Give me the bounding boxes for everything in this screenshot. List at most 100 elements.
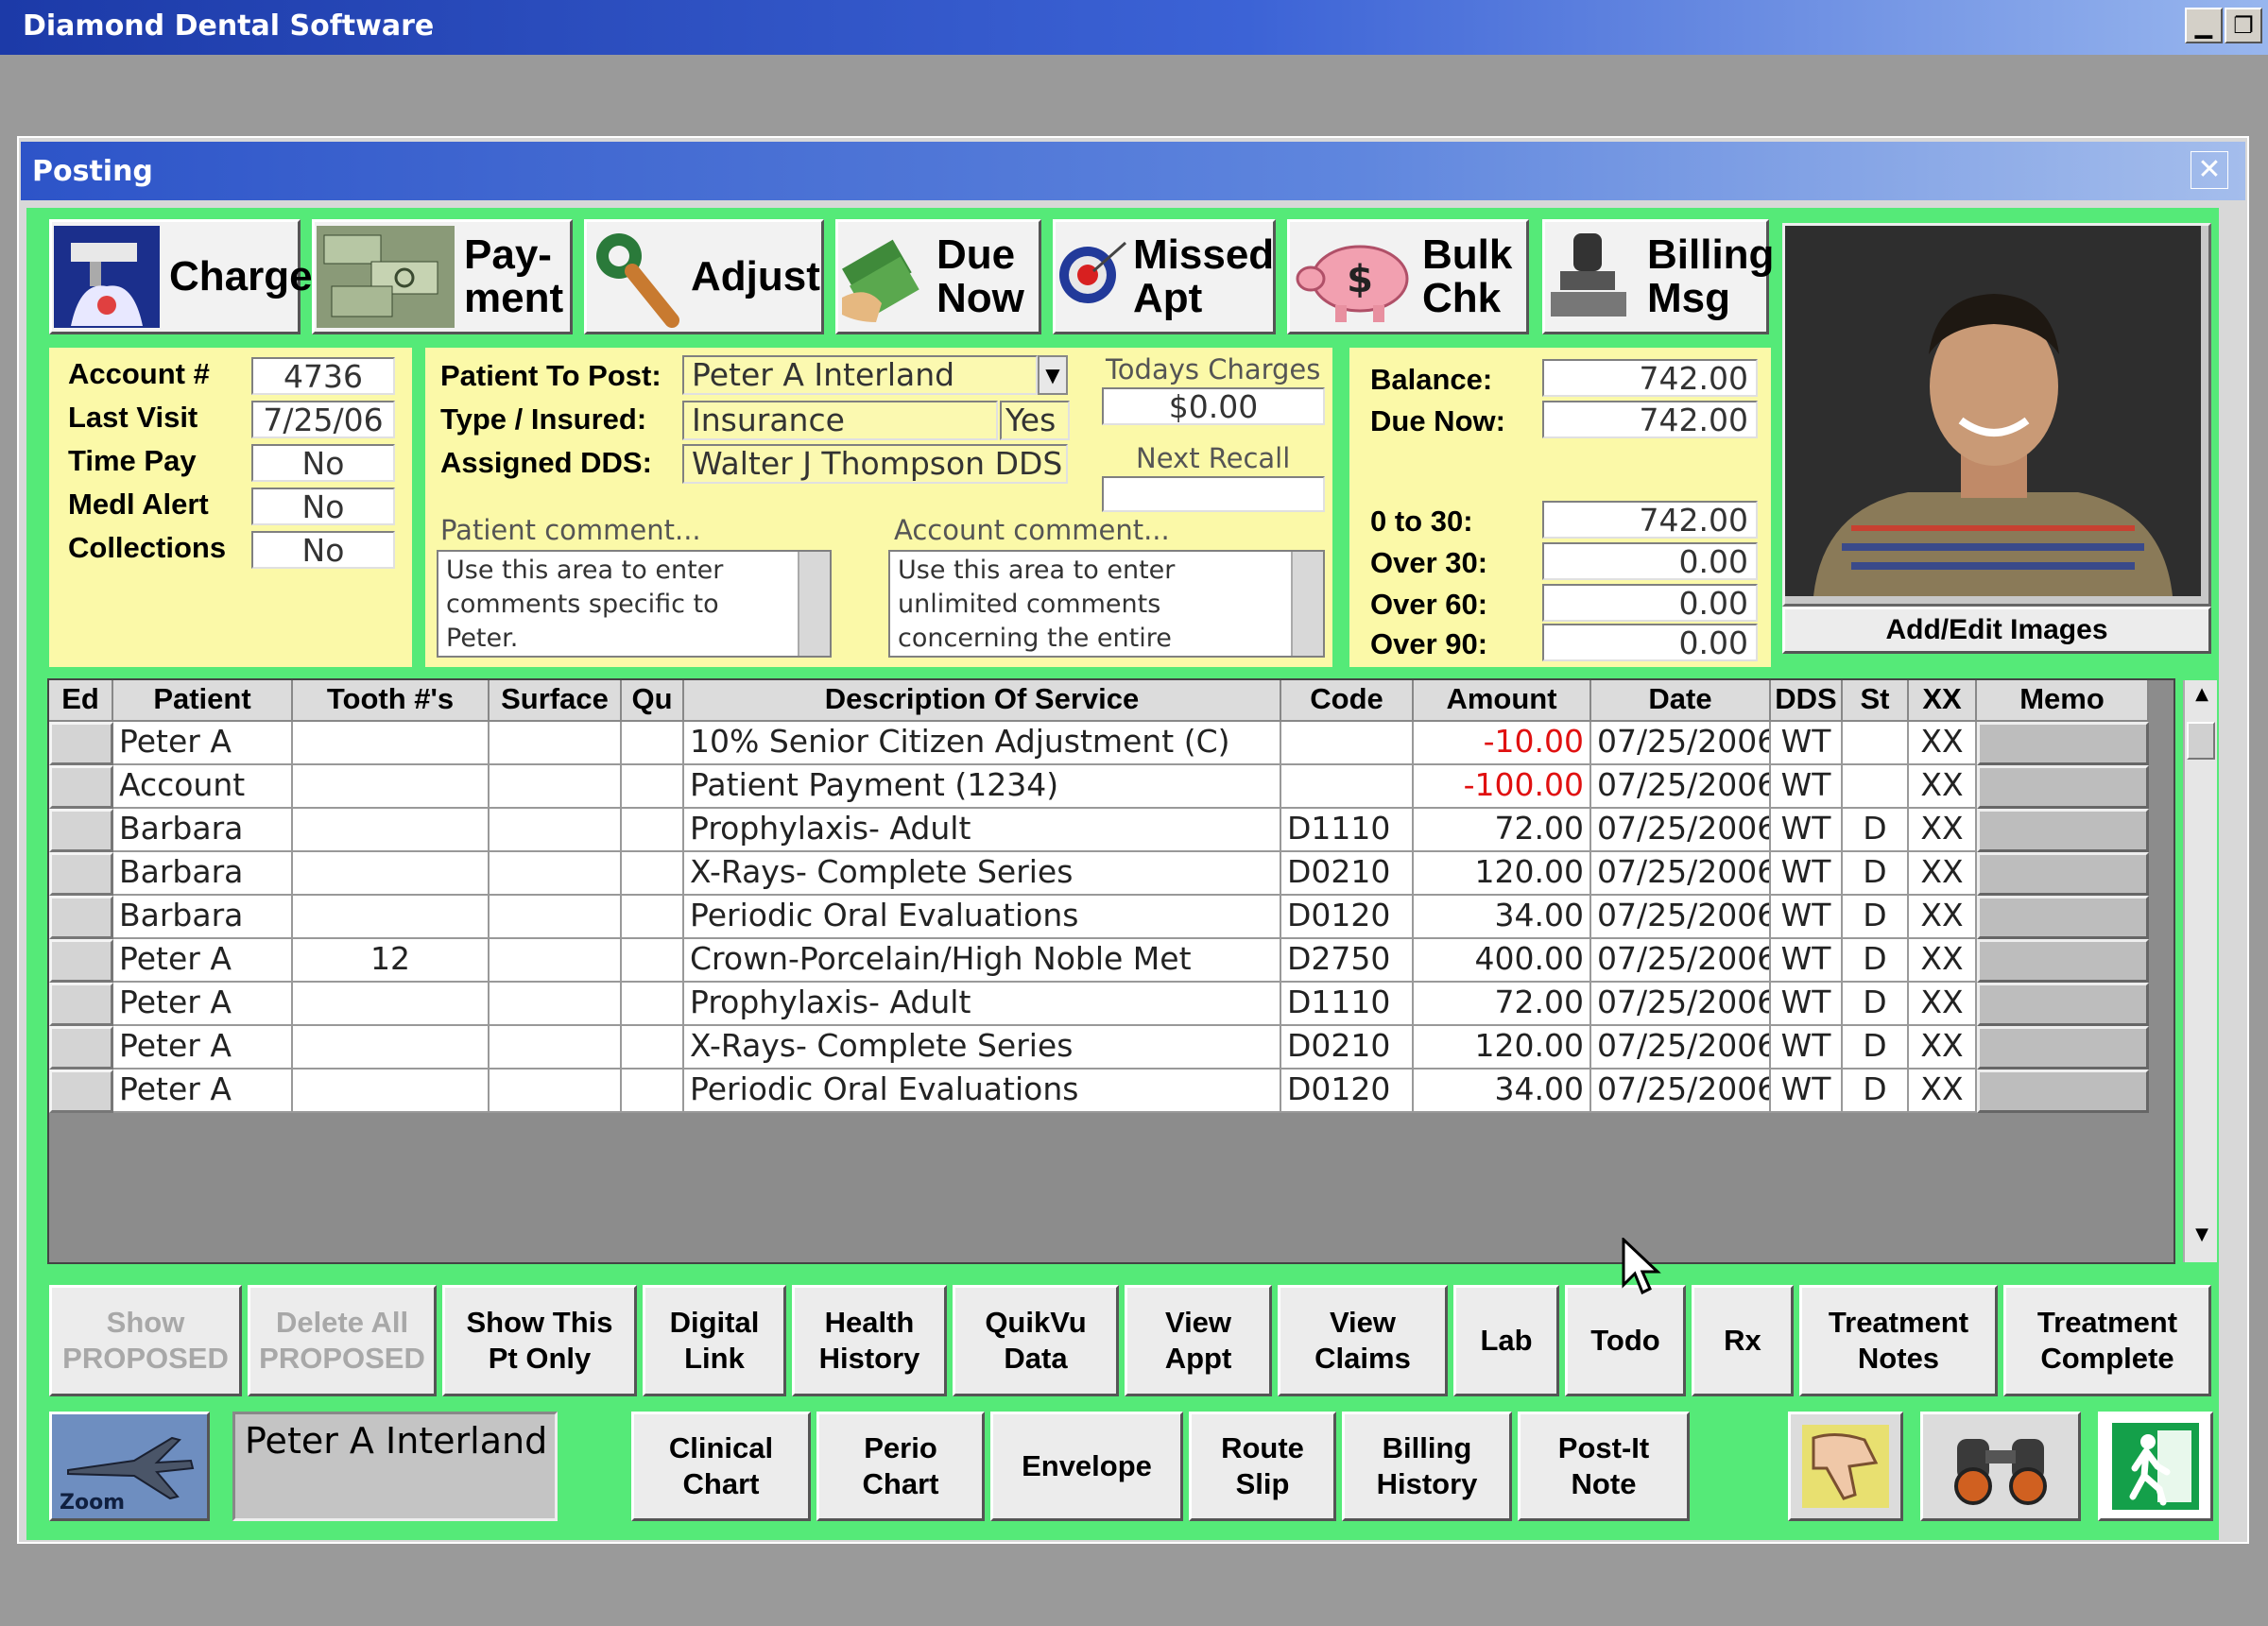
- cell-ed[interactable]: [49, 722, 113, 765]
- assigned-dds-field[interactable]: Walter J Thompson DDS: [682, 444, 1068, 484]
- column-header-surface[interactable]: Surface: [490, 680, 622, 722]
- missed-apt-button[interactable]: Missed Apt: [1053, 219, 1276, 334]
- column-header-code[interactable]: Code: [1281, 680, 1414, 722]
- cell-ed[interactable]: [49, 939, 113, 983]
- delete-all-proposed-button[interactable]: Delete All PROPOSED: [248, 1285, 437, 1396]
- bulk-chk-button[interactable]: $ Bulk Chk: [1287, 219, 1529, 334]
- table-row[interactable]: Peter A Periodic Oral Evaluations D0120 34.…: [49, 1070, 2149, 1113]
- account-comment-box[interactable]: Use this area to enter unlimited comment…: [888, 550, 1325, 658]
- column-header-date[interactable]: Date: [1591, 680, 1771, 722]
- close-button[interactable]: ✕: [2191, 151, 2228, 189]
- scroll-up-arrow-icon[interactable]: ▲: [2185, 684, 2219, 716]
- last-visit-label: Last Visit: [68, 401, 198, 434]
- cell-memo[interactable]: [1977, 765, 2149, 809]
- billing-history-button[interactable]: Billing History: [1342, 1412, 1512, 1521]
- cell-surface: [490, 939, 622, 983]
- cell-date: 07/25/2006: [1591, 896, 1771, 939]
- restore-button[interactable]: ❐: [2225, 8, 2262, 43]
- post-it-note-button[interactable]: Post-It Note: [1518, 1412, 1690, 1521]
- cell-ed[interactable]: [49, 983, 113, 1026]
- minimize-button[interactable]: ▁: [2185, 8, 2223, 43]
- patient-to-post-select[interactable]: Peter A Interland: [682, 355, 1038, 395]
- zoom-button[interactable]: Zoom: [49, 1412, 210, 1521]
- clinical-chart-button[interactable]: Clinical Chart: [631, 1412, 811, 1521]
- column-header-tooth[interactable]: Tooth #'s: [293, 680, 490, 722]
- table-row[interactable]: Peter A Prophylaxis- Adult D1110 72.00 07/25…: [49, 983, 2149, 1026]
- binoculars-button[interactable]: [1920, 1412, 2081, 1521]
- envelope-button[interactable]: Envelope: [990, 1412, 1183, 1521]
- table-row[interactable]: Account Patient Payment (1234) -100.00 07/2…: [49, 765, 2149, 809]
- adjust-button[interactable]: Adjust: [584, 219, 824, 334]
- charge-button[interactable]: Charge: [49, 219, 313, 334]
- cell-ed[interactable]: [49, 809, 113, 852]
- type-field[interactable]: Insurance: [682, 401, 998, 440]
- cell-amount: 120.00: [1414, 1026, 1591, 1070]
- table-row[interactable]: Peter A X-Rays- Complete Series D0210 120.0…: [49, 1026, 2149, 1070]
- due-now-button[interactable]: Due Now: [835, 219, 1041, 334]
- todo-button[interactable]: Todo: [1565, 1285, 1686, 1396]
- column-header-patient[interactable]: Patient: [113, 680, 293, 722]
- treatment-notes-button[interactable]: Treatment Notes: [1799, 1285, 1998, 1396]
- health-history-button[interactable]: Health History: [792, 1285, 947, 1396]
- patient-comment-box[interactable]: Use this area to enter comments specific…: [437, 550, 832, 658]
- table-row[interactable]: Peter A 12 Crown-Porcelain/High Noble Met D…: [49, 939, 2149, 983]
- billing-msg-button[interactable]: Billing Msg: [1542, 219, 1774, 334]
- cell-memo[interactable]: [1977, 722, 2149, 765]
- digital-link-button[interactable]: Digital Link: [643, 1285, 786, 1396]
- view-appt-button[interactable]: View Appt: [1125, 1285, 1272, 1396]
- cell-memo[interactable]: [1977, 852, 2149, 896]
- thumbs-down-button[interactable]: [1788, 1412, 1903, 1521]
- table-row[interactable]: Barbara Periodic Oral Evaluations D0120 34.…: [49, 896, 2149, 939]
- patient-comment-scrollbar[interactable]: [798, 552, 830, 656]
- cell-memo[interactable]: [1977, 939, 2149, 983]
- cell-memo[interactable]: [1977, 1070, 2149, 1113]
- cell-ed[interactable]: [49, 852, 113, 896]
- quikvu-data-button[interactable]: QuikVu Data: [953, 1285, 1119, 1396]
- cell-st: D: [1843, 1070, 1909, 1113]
- payment-button[interactable]: Pay- ment: [312, 219, 573, 334]
- scrollbar-thumb[interactable]: [2187, 722, 2215, 760]
- chevron-down-icon[interactable]: ▼: [1038, 355, 1068, 395]
- cell-memo[interactable]: [1977, 809, 2149, 852]
- last-visit-field: 7/25/06: [251, 401, 395, 438]
- column-header-dds[interactable]: DDS: [1771, 680, 1843, 722]
- add-edit-images-button[interactable]: Add/Edit Images: [1782, 607, 2211, 654]
- cell-xx: XX: [1909, 983, 1977, 1026]
- cell-memo[interactable]: [1977, 983, 2149, 1026]
- rx-button[interactable]: Rx: [1692, 1285, 1794, 1396]
- column-header-xx[interactable]: XX: [1909, 680, 1977, 722]
- route-slip-button[interactable]: Route Slip: [1189, 1412, 1336, 1521]
- stamp-icon: [1551, 233, 1626, 317]
- treatment-complete-button[interactable]: Treatment Complete: [2003, 1285, 2211, 1396]
- column-header-amount[interactable]: Amount: [1414, 680, 1591, 722]
- show-this-pt-only-button[interactable]: Show This Pt Only: [442, 1285, 637, 1396]
- cell-code: D1110: [1281, 809, 1414, 852]
- exit-button[interactable]: [2098, 1412, 2213, 1521]
- cell-memo[interactable]: [1977, 1026, 2149, 1070]
- table-row[interactable]: Barbara Prophylaxis- Adult D1110 72.00 07/25…: [49, 809, 2149, 852]
- column-header-ed[interactable]: Ed: [49, 680, 113, 722]
- patient-name-display: Peter A Interland: [232, 1412, 558, 1521]
- table-row[interactable]: Peter A 10% Senior Citizen Adjustment (C)…: [49, 722, 2149, 765]
- column-header-st[interactable]: St: [1843, 680, 1909, 722]
- show-proposed-button[interactable]: Show PROPOSED: [49, 1285, 242, 1396]
- cell-amount: -100.00: [1414, 765, 1591, 809]
- column-header-qu[interactable]: Qu: [622, 680, 684, 722]
- table-row[interactable]: Barbara X-Rays- Complete Series D0210 120.0…: [49, 852, 2149, 896]
- insured-field[interactable]: Yes: [1000, 401, 1070, 440]
- cell-ed[interactable]: [49, 896, 113, 939]
- patient-photo[interactable]: [1785, 226, 2201, 596]
- column-header-memo[interactable]: Memo: [1977, 680, 2149, 722]
- grid-scrollbar[interactable]: ▲ ▼: [2183, 680, 2217, 1262]
- cell-memo[interactable]: [1977, 896, 2149, 939]
- column-header-description[interactable]: Description Of Service: [684, 680, 1281, 722]
- lab-button[interactable]: Lab: [1453, 1285, 1559, 1396]
- cell-description: Periodic Oral Evaluations: [684, 896, 1281, 939]
- view-claims-button[interactable]: View Claims: [1278, 1285, 1448, 1396]
- scroll-down-arrow-icon[interactable]: ▼: [2185, 1224, 2219, 1257]
- account-comment-scrollbar[interactable]: [1291, 552, 1323, 656]
- cell-ed[interactable]: [49, 1070, 113, 1113]
- perio-chart-button[interactable]: Perio Chart: [816, 1412, 985, 1521]
- cell-ed[interactable]: [49, 1026, 113, 1070]
- cell-ed[interactable]: [49, 765, 113, 809]
